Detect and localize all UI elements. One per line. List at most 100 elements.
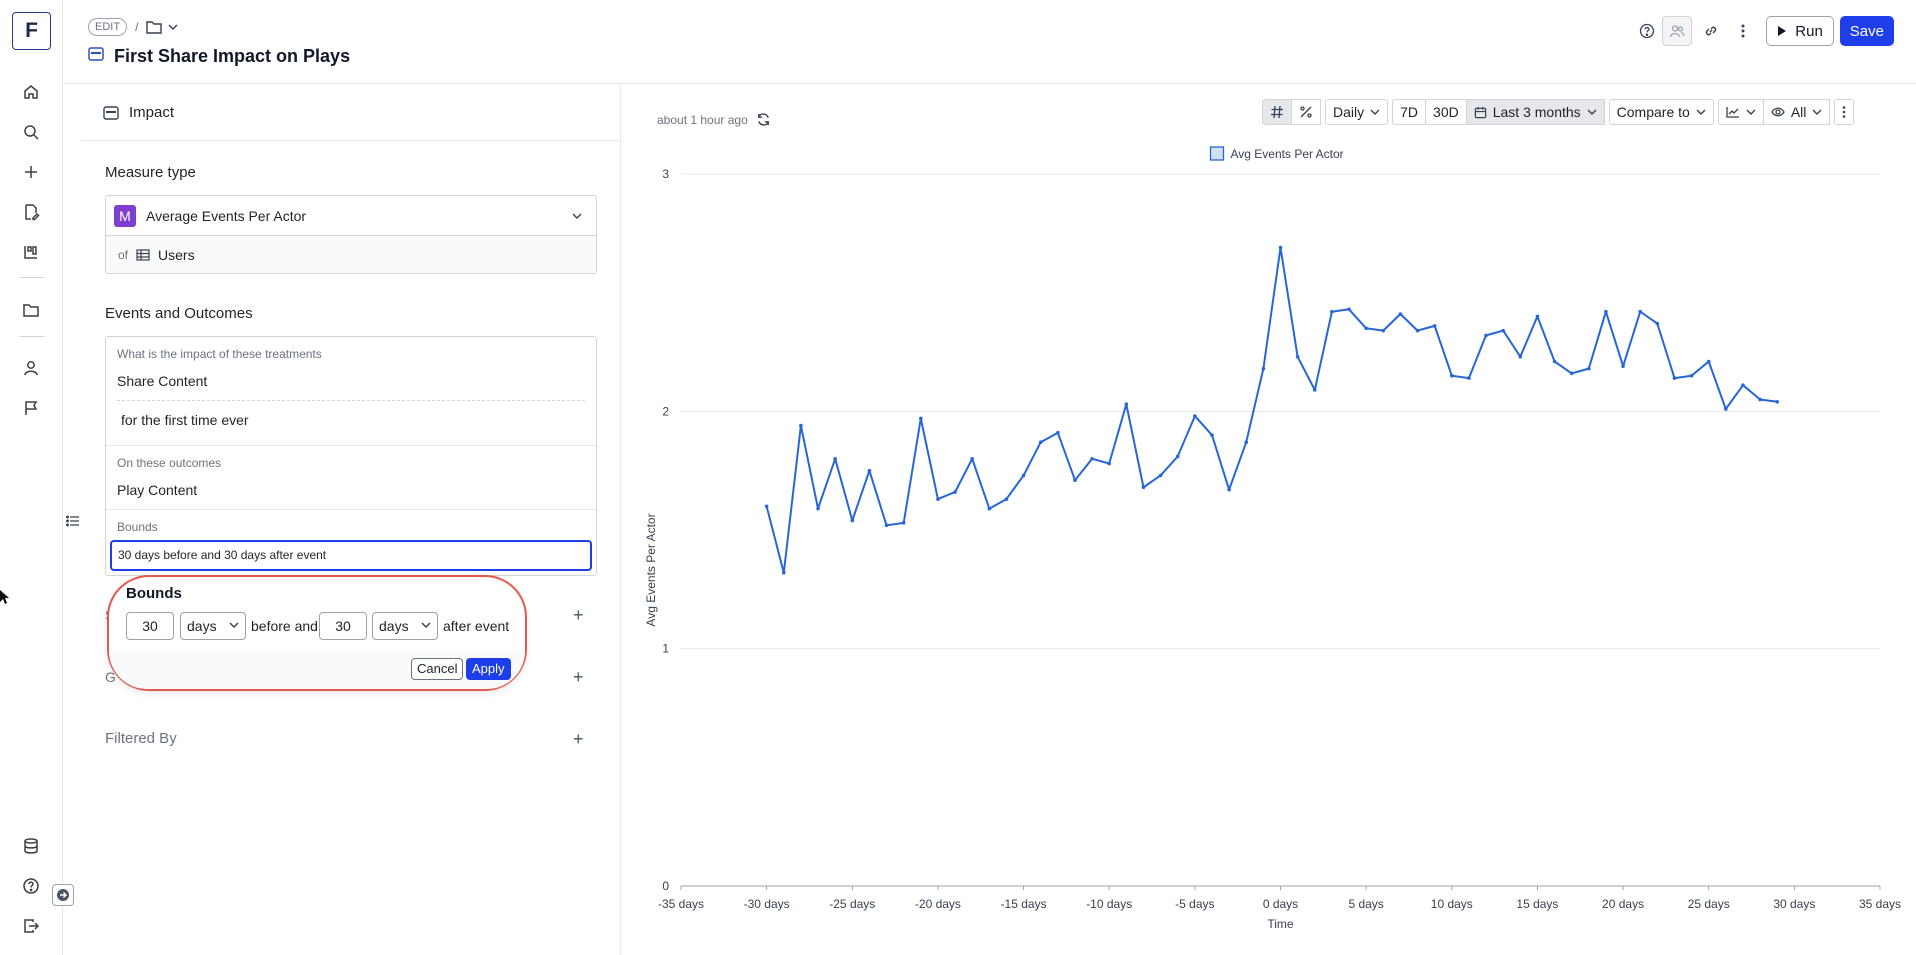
page-title[interactable]: First Share Impact on Plays [114,46,350,67]
data-point [1604,309,1608,314]
y-tick-label: 3 [662,167,669,181]
data-point [1056,430,1060,435]
chart-panel: about 1 hour ago Daily 7D 30D Last 3 mon… [622,85,1916,955]
data-point [1021,473,1026,478]
app-logo[interactable]: F [12,12,51,50]
data-point [970,457,974,461]
x-tick-label: 25 days [1688,897,1730,911]
share-users-icon[interactable] [1662,16,1693,46]
breadcrumb: EDIT / [88,18,178,36]
expand-sidebar-button[interactable] [52,884,74,906]
data-point [1158,473,1163,478]
folder-icon[interactable] [19,298,43,322]
data-point [1484,333,1488,338]
add-filter-icon[interactable]: + [573,729,584,750]
data-point [1124,402,1129,407]
data-point [1141,485,1146,490]
save-button[interactable]: Save [1839,16,1894,46]
line-chart[interactable]: 0 1 2 3 -35 days -30 days -25 days -20 days -15 … [622,85,1916,955]
y-tick-label: 1 [662,642,669,656]
data-point [987,506,992,511]
data-point [1295,354,1300,359]
data-point [1518,354,1523,359]
search-icon[interactable] [19,120,43,144]
rail-divider [19,336,45,337]
treatment-event[interactable]: Share Content [117,373,207,389]
panel-tab-impact[interactable]: Impact [81,85,621,141]
x-tick-label: -15 days [1001,897,1047,911]
user-icon[interactable] [19,356,43,380]
plus-icon[interactable] [19,160,43,184]
home-icon[interactable] [19,80,43,104]
after-text: after event [443,618,510,634]
before-days-input[interactable]: 30 [126,612,174,640]
measure-type-heading: Measure type [105,164,196,181]
logout-icon[interactable] [19,914,43,938]
x-tick-label: -10 days [1086,897,1132,911]
data-point [1090,457,1094,461]
data-point [1415,328,1420,333]
data-point [1278,245,1283,250]
outcomes-label: On these outcomes [117,456,222,470]
list-toggle-icon[interactable] [66,514,80,533]
data-point [1552,359,1557,364]
data-point [1655,321,1660,326]
data-point [1535,314,1540,319]
after-days-input[interactable]: 30 [319,612,367,640]
apply-button[interactable]: Apply [466,658,511,680]
database-icon[interactable] [19,834,43,858]
data-point [1330,309,1334,314]
edit-mode-badge[interactable]: EDIT [88,18,128,36]
edit-document-icon[interactable] [19,200,43,224]
data-point [1073,478,1077,482]
data-point [1741,383,1745,388]
rail-divider [19,277,45,278]
impact-icon [103,105,119,120]
data-point [953,490,957,494]
outcome-event[interactable]: Play Content [117,482,197,498]
add-section-icon[interactable]: + [573,667,584,688]
cancel-button[interactable]: Cancel [411,658,464,680]
data-point [1261,366,1266,371]
help-icon[interactable] [1638,22,1656,40]
data-point [1638,309,1642,314]
legend-swatch [1209,146,1225,161]
x-tick-label: 35 days [1859,897,1901,911]
left-nav-rail: F [0,0,74,955]
data-point [1175,454,1180,459]
help-icon[interactable] [19,874,43,898]
bounds-field[interactable]: 30 days before and 30 days after event [110,540,592,571]
data-point [1364,326,1368,331]
x-tick-label: -25 days [829,897,875,911]
folder-picker[interactable] [146,20,178,34]
play-icon [1778,26,1787,36]
add-section-icon[interactable]: + [573,605,584,626]
data-point [1569,371,1574,376]
legend-label: Avg Events Per Actor [1231,147,1344,161]
data-point [1724,407,1728,411]
before-unit-select[interactable]: days [180,612,246,640]
dashboard-icon[interactable] [19,240,43,264]
treatment-qualifier[interactable]: for the first time ever [121,412,249,428]
measure-type-select[interactable]: M Average Events Per Actor [105,195,597,235]
after-unit-select[interactable]: days [372,612,438,640]
data-point [919,416,923,421]
x-tick-label: 10 days [1431,897,1473,911]
data-point [1107,461,1112,466]
chevron-down-icon [572,213,582,219]
data-point [936,497,940,501]
data-point [799,423,803,428]
flag-icon[interactable] [19,396,43,420]
data-point [1672,376,1677,380]
before-text: before and [251,618,318,634]
x-tick-label: -5 days [1175,897,1214,911]
link-icon[interactable] [1702,22,1720,40]
divider [106,509,596,510]
more-options-icon[interactable] [1734,22,1752,40]
popover-title: Bounds [126,585,182,602]
run-button[interactable]: Run [1766,16,1834,46]
events-outcomes-box: What is the impact of these treatments S… [105,336,597,576]
measure-of-entity[interactable]: of Users [105,235,597,274]
chevron-down-icon [168,24,178,30]
chevron-down-icon [421,622,431,628]
